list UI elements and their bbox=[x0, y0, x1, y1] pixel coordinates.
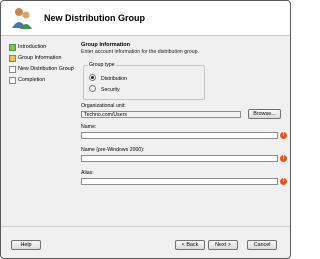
step-group-information: Group Information bbox=[9, 53, 81, 63]
step-current-icon bbox=[9, 55, 16, 62]
step-label: Group Information bbox=[18, 55, 62, 61]
radio-label: Security bbox=[101, 87, 120, 93]
radio-selected-icon[interactable] bbox=[89, 74, 96, 81]
step-new-distribution-group: New Distribution Group bbox=[9, 64, 81, 74]
step-label: New Distribution Group bbox=[18, 66, 74, 72]
wizard-steps: Introduction Group Information New Distr… bbox=[9, 42, 81, 86]
ou-label: Organizational unit: bbox=[81, 103, 126, 109]
page-title: New Distribution Group bbox=[44, 13, 145, 23]
name-label: Name: bbox=[81, 124, 97, 130]
wizard-header: New Distribution Group bbox=[1, 1, 290, 36]
browse-button[interactable]: Browse... bbox=[248, 109, 281, 119]
name-input[interactable] bbox=[81, 132, 278, 139]
alias-label: Alias: bbox=[81, 170, 94, 176]
name-pre2000-input[interactable] bbox=[81, 155, 278, 162]
back-button[interactable]: < Back bbox=[175, 240, 205, 250]
section-description: Enter account information for the distri… bbox=[81, 49, 199, 55]
step-completion: Completion bbox=[9, 75, 81, 85]
section-title: Group Information bbox=[81, 42, 131, 48]
wizard-window: New Distribution Group Introduction Grou… bbox=[0, 0, 291, 259]
cancel-button[interactable]: Cancel bbox=[247, 240, 277, 250]
step-pending-icon bbox=[9, 77, 16, 84]
radio-unselected-icon[interactable] bbox=[89, 85, 96, 92]
step-introduction: Introduction bbox=[9, 42, 81, 52]
error-icon: ! bbox=[280, 132, 287, 139]
group-users-icon bbox=[10, 6, 34, 30]
radio-label: Distribution bbox=[101, 76, 127, 82]
radio-security[interactable]: Security bbox=[89, 85, 120, 94]
step-label: Introduction bbox=[18, 44, 47, 50]
footer-divider bbox=[1, 226, 290, 227]
radio-distribution[interactable]: Distribution bbox=[89, 74, 127, 83]
step-done-icon bbox=[9, 44, 16, 51]
error-icon: ! bbox=[280, 155, 287, 162]
ou-field: Techno.com/Users bbox=[81, 111, 241, 118]
step-label: Completion bbox=[18, 77, 46, 83]
name-pre2000-label: Name (pre-Windows 2000): bbox=[81, 147, 145, 153]
next-button[interactable]: Next > bbox=[208, 240, 238, 250]
help-button[interactable]: Help bbox=[11, 240, 41, 250]
step-pending-icon bbox=[9, 66, 16, 73]
alias-input[interactable] bbox=[81, 178, 278, 185]
group-type-legend: Group type bbox=[88, 62, 116, 69]
error-icon: ! bbox=[280, 178, 287, 185]
group-type-box: Group type Distribution Security bbox=[83, 62, 205, 100]
